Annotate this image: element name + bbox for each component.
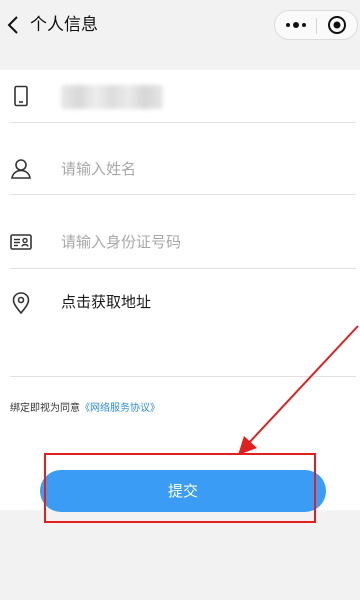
more-dots-icon — [286, 22, 306, 28]
nav-bar: 个人信息 — [0, 0, 360, 50]
personal-info-form: 请输入姓名 请输入身份证号码 点击获取地址 绑定即视为同意《网络服务协议》 提交 — [0, 70, 360, 512]
target-icon — [328, 16, 346, 34]
more-button[interactable] — [275, 11, 316, 39]
page: 个人信息 请输入姓名 请输入身份证号码 点击获取地址 绑定即视为同意《网络服务协… — [0, 0, 360, 600]
location-pin-icon — [10, 292, 32, 315]
back-button[interactable] — [4, 13, 24, 37]
user-icon — [10, 158, 32, 180]
get-address-button[interactable]: 点击获取地址 — [61, 292, 151, 312]
phone-icon — [10, 85, 32, 107]
agreement-text: 绑定即视为同意《网络服务协议》 — [10, 402, 160, 416]
service-agreement-link[interactable]: 《网络服务协议》 — [80, 403, 160, 414]
id-row[interactable]: 请输入身份证号码 — [0, 194, 360, 268]
page-title: 个人信息 — [30, 15, 98, 35]
close-mini-program-button[interactable] — [317, 11, 357, 39]
chevron-left-icon — [7, 16, 18, 34]
mini-program-capsule — [274, 10, 358, 40]
submit-button[interactable]: 提交 — [40, 470, 326, 512]
id-card-icon — [10, 231, 32, 253]
phone-number-redacted — [61, 85, 163, 109]
divider — [10, 376, 356, 377]
name-input[interactable]: 请输入姓名 — [61, 159, 136, 179]
address-row[interactable]: 点击获取地址 — [0, 268, 360, 342]
agreement-prefix: 绑定即视为同意 — [10, 403, 80, 414]
id-number-input[interactable]: 请输入身份证号码 — [61, 232, 181, 252]
name-row[interactable]: 请输入姓名 — [0, 122, 360, 196]
